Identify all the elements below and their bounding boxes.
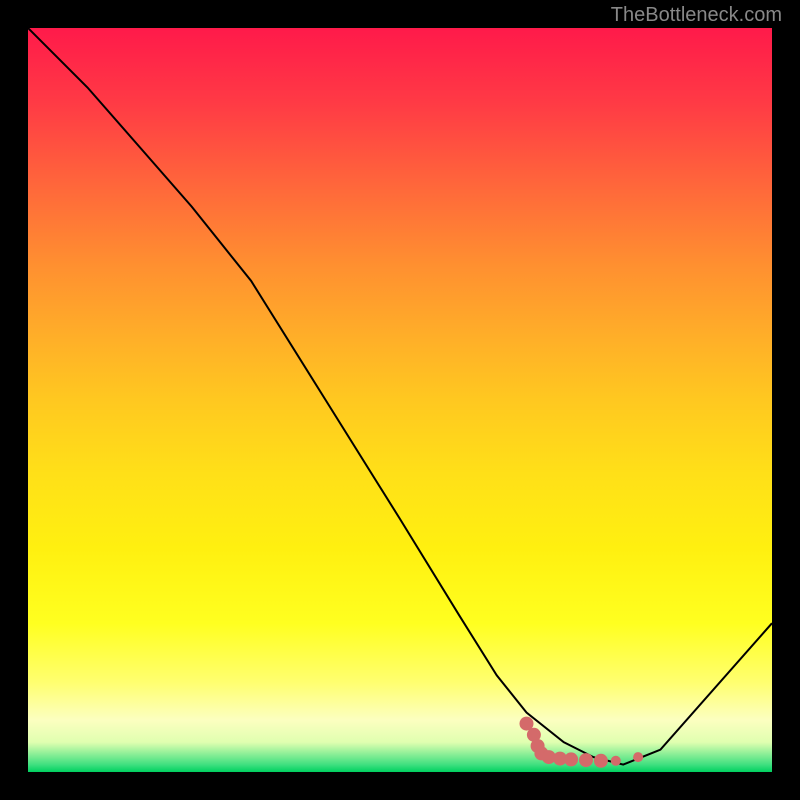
watermark-text: TheBottleneck.com: [611, 4, 782, 27]
scatter-point: [579, 753, 593, 767]
curve-path: [28, 28, 772, 765]
chart-svg: [28, 28, 772, 772]
scatter-point: [564, 752, 578, 766]
plot-area: [28, 28, 772, 772]
curve-line: [28, 28, 772, 765]
scatter-point: [633, 752, 643, 762]
scatter-point: [611, 756, 621, 766]
scatter-points: [520, 717, 644, 768]
scatter-point: [594, 754, 608, 768]
